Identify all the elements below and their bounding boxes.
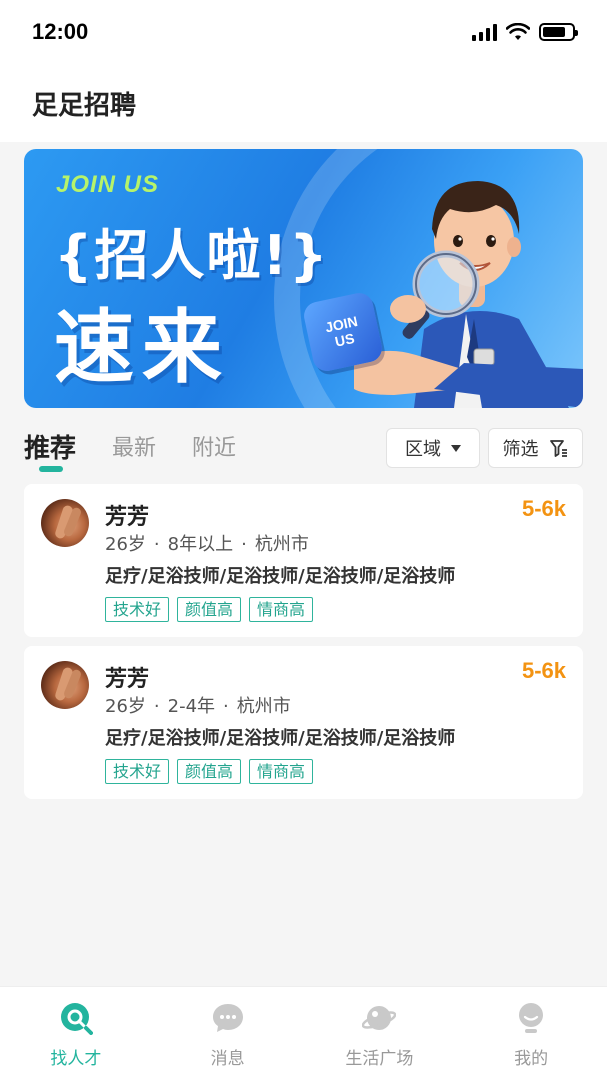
age: 26岁 (105, 534, 146, 555)
banner-subhead: 速来 (54, 301, 230, 394)
tag: 颜值高 (177, 597, 242, 622)
status-time: 12:00 (32, 19, 89, 44)
avatar (41, 499, 89, 547)
tag: 情商高 (249, 759, 314, 784)
candidate-meta: 26岁 · 8年以上 · 杭州市 (105, 530, 309, 556)
wifi-icon (506, 23, 530, 40)
tag: 颜值高 (177, 759, 242, 784)
nav-life-plaza[interactable]: 生活广场 (304, 987, 456, 1080)
nav-label: 我的 (514, 1049, 549, 1069)
separator: · (153, 534, 160, 555)
candidate-meta: 26岁 · 2-4年 · 杭州市 (105, 692, 291, 718)
avatar (41, 661, 89, 709)
tag: 技术好 (105, 597, 170, 622)
nav-label: 生活广场 (345, 1049, 414, 1069)
join-us-badge: JOIN US (301, 290, 385, 374)
separator: · (153, 696, 160, 717)
tag: 技术好 (105, 759, 170, 784)
filter-button[interactable]: 筛选 (488, 428, 583, 468)
tag: 情商高 (249, 597, 314, 622)
tab-latest[interactable]: 最新 (112, 422, 156, 474)
tab-nearby[interactable]: 附近 (192, 422, 236, 474)
experience: 2-4年 (167, 696, 216, 717)
feed-tabs: 推荐 最新 附近 (24, 422, 236, 478)
separator: · (223, 696, 229, 717)
find-talent-icon (60, 1003, 93, 1035)
battery-icon (539, 23, 578, 41)
candidate-card[interactable]: 芳芳 5-6k 26岁 · 2-4年 · 杭州市 足疗/足浴技师/足浴技师/足浴技师/足… (24, 646, 583, 799)
separator: · (241, 534, 247, 555)
caret-down-icon (451, 444, 461, 452)
recruiter-illustration (354, 181, 583, 408)
nav-messages[interactable]: 消息 (152, 987, 304, 1080)
nav-label: 消息 (210, 1049, 245, 1069)
age: 26岁 (105, 696, 146, 717)
tab-recommended[interactable]: 推荐 (24, 422, 76, 474)
job-titles: 足疗/足浴技师/足浴技师/足浴技师/足浴技师 (105, 728, 456, 749)
profile-icon (519, 1003, 544, 1033)
salary: 5-6k (521, 658, 566, 683)
filter-label: 筛选 (502, 439, 539, 460)
message-icon (212, 1004, 243, 1032)
salary: 5-6k (521, 496, 566, 521)
candidate-name: 芳芳 (105, 505, 150, 530)
city: 杭州市 (236, 696, 291, 717)
job-titles: 足疗/足浴技师/足浴技师/足浴技师/足浴技师 (105, 566, 456, 587)
candidate-name: 芳芳 (105, 667, 150, 692)
tag-list: 技术好 颜值高 情商高 (105, 759, 314, 784)
recruit-banner[interactable]: JOIN US {招人啦!} 速来 JOIN US (24, 149, 583, 408)
area-filter-button[interactable]: 区域 (386, 428, 480, 468)
planet-icon (362, 1006, 397, 1030)
page-title: 足足招聘 (32, 90, 137, 121)
nav-profile[interactable]: 我的 (455, 987, 607, 1080)
tag-list: 技术好 颜值高 情商高 (105, 597, 314, 622)
bottom-nav: 找人才 消息 生活广场 我的 (0, 986, 607, 1080)
candidate-card[interactable]: 芳芳 5-6k 26岁 · 8年以上 · 杭州市 足疗/足浴技师/足浴技师/足浴技师/足… (24, 484, 583, 637)
city: 杭州市 (254, 534, 309, 555)
signal-icon (472, 23, 497, 41)
nav-label: 找人才 (50, 1049, 102, 1069)
banner-headline: {招人啦!} (54, 224, 330, 287)
experience: 8年以上 (167, 534, 234, 555)
area-filter-label: 区域 (405, 439, 441, 460)
status-bar: 12:00 (0, 0, 607, 64)
app-header: 足足招聘 (0, 64, 607, 142)
filter-icon (549, 440, 567, 457)
banner-kicker: JOIN US (56, 171, 160, 198)
status-icons (472, 23, 578, 41)
nav-find-talent[interactable]: 找人才 (0, 987, 152, 1080)
